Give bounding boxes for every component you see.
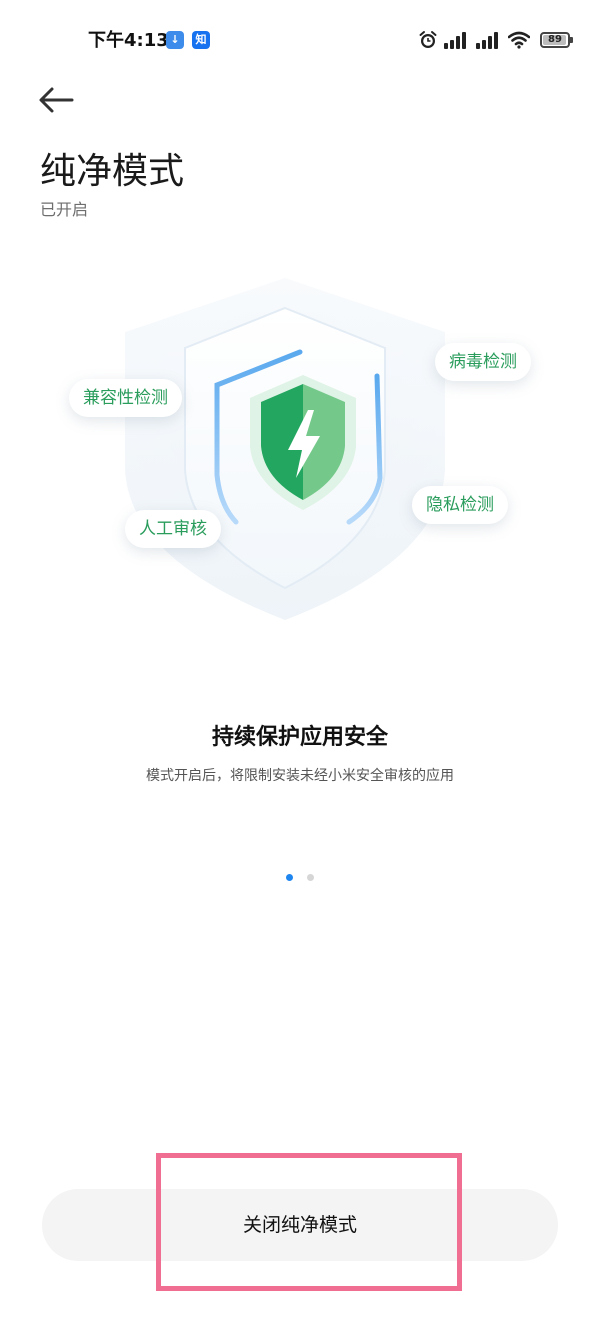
shield-illustration-graphic bbox=[100, 265, 470, 620]
status-bar: 下午4:13 ↓ 知 89 bbox=[0, 0, 600, 80]
feature-description: 模式开启后，将限制安装未经小米安全审核的应用 bbox=[146, 768, 454, 784]
cellular-signal-2-icon bbox=[476, 32, 498, 49]
virus-detection-chip: 病毒检测 bbox=[435, 343, 531, 381]
status-time: 下午4:13 bbox=[88, 30, 169, 51]
page-title: 纯净模式 bbox=[40, 151, 185, 192]
page-dot-1 bbox=[286, 874, 293, 881]
wifi-icon bbox=[508, 31, 530, 49]
arrow-left-icon bbox=[39, 87, 74, 113]
close-pure-mode-button[interactable]: 关闭纯净模式 bbox=[42, 1189, 558, 1261]
cellular-signal-icon bbox=[444, 32, 466, 49]
security-illustration: 病毒检测 兼容性检测 隐私检测 人工审核 bbox=[0, 260, 600, 640]
compatibility-detection-chip: 兼容性检测 bbox=[69, 379, 182, 417]
page-dot-2 bbox=[307, 874, 314, 881]
battery-icon: 89 bbox=[540, 32, 573, 48]
download-notification-icon: ↓ bbox=[166, 31, 184, 49]
privacy-detection-chip: 隐私检测 bbox=[412, 486, 508, 524]
page-indicator bbox=[0, 874, 600, 881]
back-button[interactable] bbox=[36, 82, 76, 118]
battery-level-text: 89 bbox=[548, 34, 562, 45]
alarm-clock-icon bbox=[419, 31, 437, 48]
zhihu-notification-icon: 知 bbox=[192, 31, 210, 49]
feature-headline: 持续保护应用安全 bbox=[211, 725, 388, 750]
manual-review-chip: 人工审核 bbox=[125, 510, 221, 548]
status-indicators: 89 bbox=[418, 27, 573, 53]
mode-status-text: 已开启 bbox=[40, 200, 89, 219]
